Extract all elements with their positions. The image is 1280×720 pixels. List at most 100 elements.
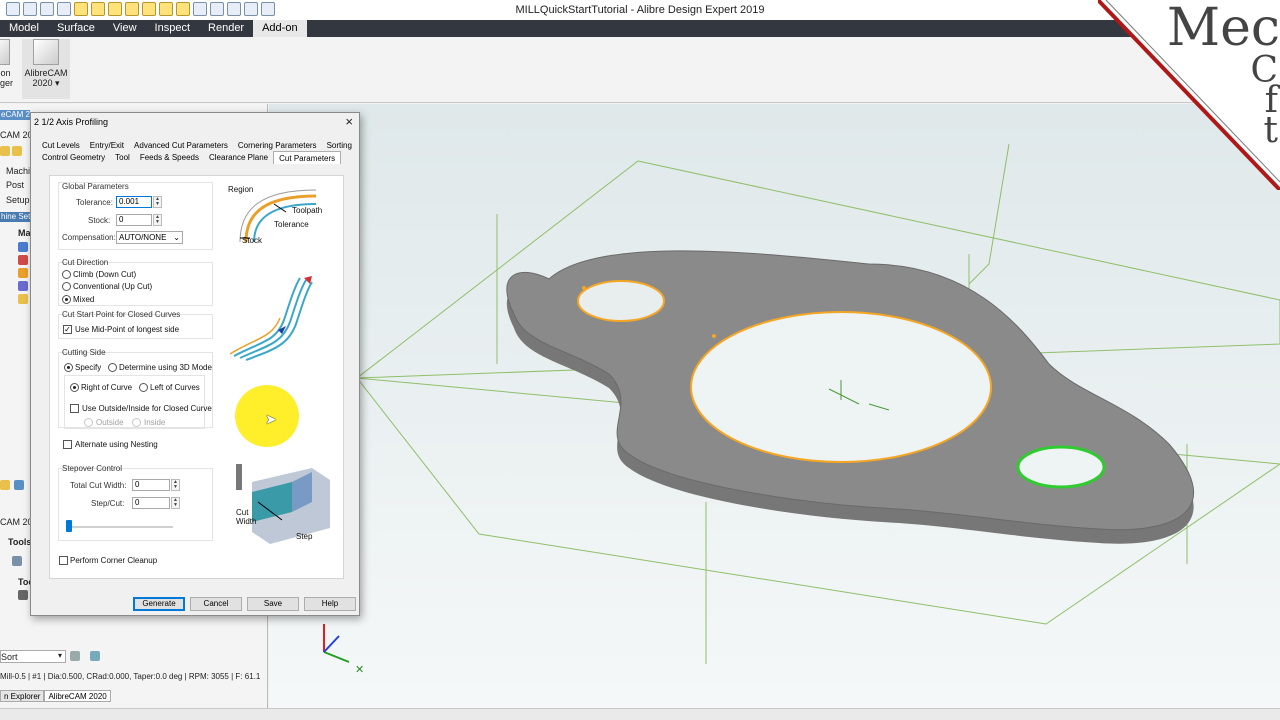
panel-item-post[interactable]: Post	[6, 180, 24, 190]
toolbar-icon[interactable]	[0, 146, 10, 156]
filter-icon[interactable]	[90, 651, 100, 661]
compensation-select[interactable]: AUTO/NONE ⌄	[116, 231, 183, 244]
generate-button[interactable]: Generate	[133, 597, 185, 611]
total-cut-width-input[interactable]: 0	[132, 479, 170, 491]
watermark-line: C	[1250, 50, 1278, 91]
stepover-slider-thumb[interactable]	[66, 520, 72, 532]
compensation-label: Compensation:	[62, 233, 116, 242]
tab-feeds-speeds[interactable]: Feeds & Speeds	[135, 151, 204, 164]
tolerance-input[interactable]: 0.001	[116, 196, 152, 208]
toolbar-icon[interactable]	[14, 480, 24, 490]
alibrecam-button[interactable]: AlibreCAM 2020 ▾	[22, 39, 70, 99]
machine-setup-tab[interactable]: hine Setu	[0, 212, 30, 222]
ribbon: -on ager AlibreCAM 2020 ▾	[0, 37, 1280, 103]
step-cut-input[interactable]: 0	[132, 497, 170, 509]
addon-manager-button[interactable]: -on ager	[0, 39, 16, 99]
help-button[interactable]: Help	[304, 597, 356, 611]
sort-label: Sort	[1, 652, 18, 662]
climb-radio[interactable]	[62, 270, 71, 279]
gasket-part[interactable]	[506, 250, 1194, 544]
tab-alibrecam[interactable]: AlibreCAM 2020	[44, 690, 111, 702]
tab-control-geometry[interactable]: Control Geometry	[37, 151, 110, 164]
menu-model[interactable]: Model	[0, 20, 48, 37]
determine-3d-radio[interactable]	[108, 363, 117, 372]
total-cut-width-spinner[interactable]: ▲ ▼	[171, 479, 180, 491]
specify-radio[interactable]	[64, 363, 73, 372]
toolbar-icon[interactable]	[12, 146, 22, 156]
watermark-logo: Mec C f t	[1098, 0, 1280, 190]
inside-radio[interactable]	[132, 418, 141, 427]
stepover-slider-track[interactable]	[68, 526, 173, 528]
cut-direction-label: Cut Direction	[62, 258, 109, 267]
tool-icon	[18, 590, 28, 600]
stock-illus-label: Stock	[242, 236, 263, 245]
section-tools[interactable]: Tools	[8, 537, 31, 547]
sort-icon[interactable]	[70, 651, 80, 661]
right-of-curve-label: Right of Curve	[81, 383, 133, 392]
stock-input[interactable]: 0	[116, 214, 152, 226]
menu-render[interactable]: Render	[199, 20, 253, 37]
close-icon[interactable]: ×	[345, 114, 353, 129]
step-cut-label: Step/Cut:	[91, 499, 125, 508]
alternate-nesting-checkbox[interactable]	[63, 440, 72, 449]
tab-tool[interactable]: Tool	[110, 151, 135, 164]
toolpath-label: Toolpath	[292, 206, 323, 215]
outside-inside-label: Use Outside/Inside for Closed Curve	[82, 404, 212, 413]
inside-label: Inside	[144, 418, 166, 427]
panel-item-setup[interactable]: Setup	[6, 195, 30, 205]
tab-row-2: Control Geometry Tool Feeds & Speeds Cle…	[37, 151, 342, 164]
addon-manager-label-2: ager	[0, 78, 13, 88]
panel-item-machine[interactable]: Machi	[6, 166, 30, 176]
part-model[interactable]: ✕	[269, 104, 1280, 708]
tool-icon[interactable]	[12, 556, 22, 566]
addon-manager-label-1: -on	[0, 68, 11, 78]
tree-icon	[18, 294, 28, 304]
stepover-illustration: Cut Width Step	[232, 462, 332, 548]
axis-profiling-dialog: 2 1/2 Axis Profiling × Cut Levels Entry/…	[30, 112, 360, 616]
alibrecam-label-1: AlibreCAM	[24, 68, 68, 78]
mid-point-checkbox[interactable]: ✓	[63, 325, 72, 334]
outside-inside-checkbox[interactable]	[70, 404, 79, 413]
menu-inspect[interactable]: Inspect	[146, 20, 199, 37]
chevron-down-icon: ▾	[58, 651, 63, 660]
tab-explorer[interactable]: n Explorer	[0, 690, 45, 702]
left-of-curves-radio[interactable]	[139, 383, 148, 392]
corner-cleanup-checkbox[interactable]	[59, 556, 68, 565]
stock-spinner[interactable]: ▲ ▼	[153, 214, 162, 226]
right-of-curve-radio[interactable]	[70, 383, 79, 392]
mixed-radio[interactable]	[62, 295, 71, 304]
tree-icon	[18, 242, 28, 252]
panel-tabs: n Explorer AlibreCAM 2020	[0, 690, 111, 702]
conventional-radio[interactable]	[62, 282, 71, 291]
menu-bar: Model Surface View Inspect Render Add-on	[0, 20, 1280, 37]
menu-add-on[interactable]: Add-on	[253, 20, 307, 37]
alibrecam-icon	[33, 39, 59, 65]
menu-view[interactable]: View	[104, 20, 146, 37]
mouse-pointer-icon: ➤	[265, 411, 277, 427]
tolerance-spinner[interactable]: ▲ ▼	[153, 196, 162, 208]
sort-select[interactable]: Sort ▾	[0, 650, 66, 663]
outside-label: Outside	[96, 418, 124, 427]
toolbar-icon[interactable]	[0, 480, 10, 490]
compensation-value: AUTO/NONE	[119, 233, 167, 242]
3d-viewport[interactable]: ✕	[269, 104, 1280, 708]
cancel-button[interactable]: Cancel	[190, 597, 242, 611]
chevron-down-icon: ⌄	[173, 233, 180, 242]
climb-label: Climb (Down Cut)	[73, 270, 137, 279]
title-bar: MILLQuickStartTutorial - Alibre Design E…	[0, 0, 1280, 20]
step-cut-spinner[interactable]: ▲ ▼	[171, 497, 180, 509]
cut-parameters-page: Global Parameters Tolerance: 0.001 ▲ ▼ St…	[49, 175, 344, 579]
outside-radio[interactable]	[84, 418, 93, 427]
left-of-curves-label: Left of Curves	[150, 383, 200, 392]
section-cam: CAM 20	[0, 517, 33, 527]
tab-clearance-plane[interactable]: Clearance Plane	[204, 151, 273, 164]
panel-subheader: CAM 20	[0, 130, 33, 140]
menu-surface[interactable]: Surface	[48, 20, 104, 37]
alibrecam-label-2: 2020 ▾	[32, 78, 60, 88]
total-cut-width-label: Total Cut Width:	[70, 481, 127, 490]
tree-icon	[18, 268, 28, 278]
tab-cut-parameters[interactable]: Cut Parameters	[273, 151, 342, 164]
corner-cleanup-label: Perform Corner Cleanup	[70, 556, 158, 565]
save-button[interactable]: Save	[247, 597, 299, 611]
window-title: MILLQuickStartTutorial - Alibre Design E…	[515, 4, 765, 16]
